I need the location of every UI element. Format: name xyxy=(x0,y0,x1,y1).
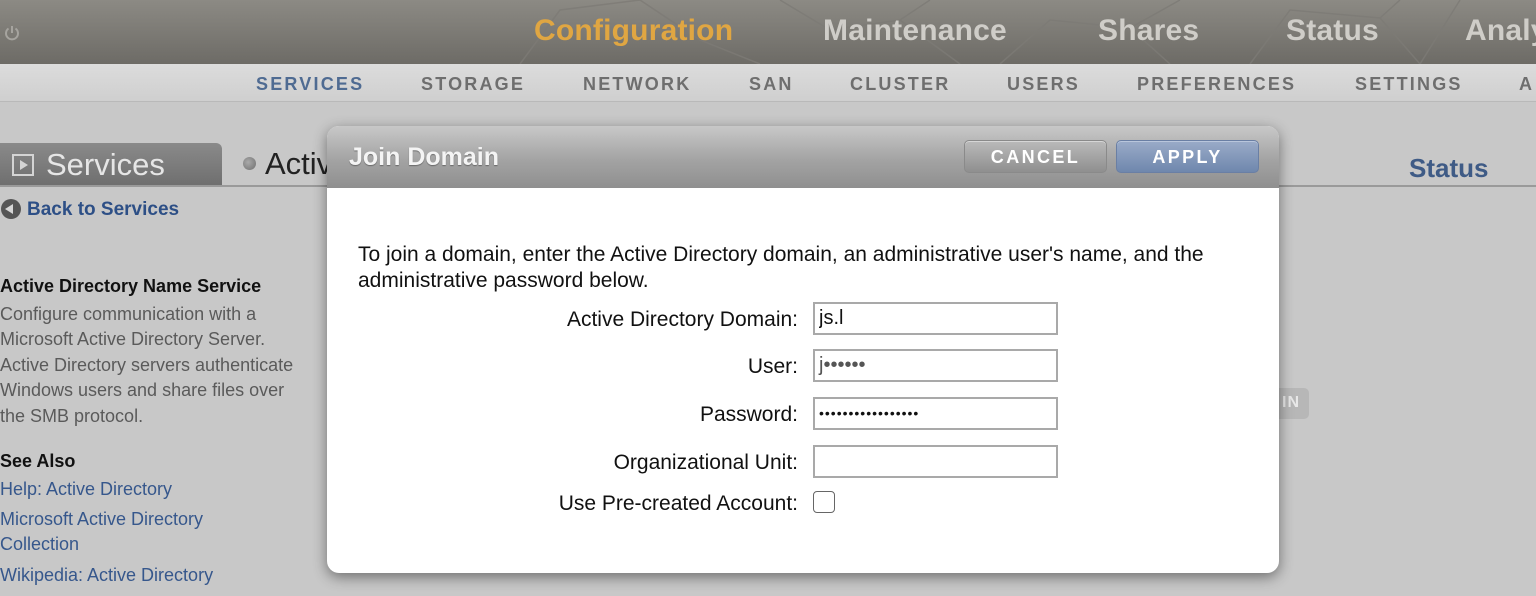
nav-status[interactable]: Status xyxy=(1286,14,1379,54)
microsoft-ad-collection-link[interactable]: Microsoft Active Directory Collection xyxy=(0,507,230,557)
subnav-storage[interactable]: STORAGE xyxy=(421,74,525,95)
subnav-network[interactable]: NETWORK xyxy=(583,74,691,95)
nav-analytics[interactable]: Analy xyxy=(1465,14,1536,54)
ou-label: Organizational Unit: xyxy=(613,451,798,474)
domain-input[interactable] xyxy=(813,302,1058,335)
nav-configuration[interactable]: Configuration xyxy=(534,14,733,54)
subnav-users[interactable]: USERS xyxy=(1007,74,1080,95)
user-input[interactable]: j•••••• xyxy=(813,349,1058,382)
page-title: Activ xyxy=(265,146,333,181)
status-column-header: Status xyxy=(1409,153,1489,183)
subnav-settings[interactable]: SETTINGS xyxy=(1355,74,1463,95)
power-icon[interactable] xyxy=(2,23,22,43)
join-button-label: IN xyxy=(1282,394,1300,411)
services-tab[interactable]: Services xyxy=(0,143,222,187)
precreated-account-checkbox[interactable] xyxy=(813,491,835,513)
sidebar-description: Configure communication with a Microsoft… xyxy=(0,304,294,426)
domain-label: Active Directory Domain: xyxy=(566,308,798,331)
subnav-more[interactable]: A xyxy=(1519,74,1534,95)
user-label: User: xyxy=(747,355,798,378)
subnav-preferences[interactable]: PREFERENCES xyxy=(1137,74,1296,95)
back-arrow-icon xyxy=(1,199,21,219)
status-dot-icon xyxy=(243,157,256,170)
see-also-heading: See Also xyxy=(0,451,76,471)
password-input[interactable]: ••••••••••••••••• xyxy=(813,397,1058,430)
password-label: Password: xyxy=(699,403,798,426)
dialog-title: Join Domain xyxy=(349,143,500,171)
organizational-unit-input[interactable] xyxy=(813,445,1058,478)
nav-maintenance[interactable]: Maintenance xyxy=(823,14,1007,54)
sidebar-heading: Active Directory Name Service xyxy=(0,276,262,296)
subnav-cluster[interactable]: CLUSTER xyxy=(850,74,950,95)
join-domain-dialog: Join Domain CANCEL APPLY To join a domai… xyxy=(327,126,1279,573)
services-tab-label: Services xyxy=(46,147,165,182)
play-icon xyxy=(12,154,34,176)
nav-shares[interactable]: Shares xyxy=(1098,14,1199,54)
back-link-label: Back to Services xyxy=(27,199,180,220)
top-nav-bar: Configuration Maintenance Shares Status … xyxy=(0,0,1536,64)
cancel-button[interactable]: CANCEL xyxy=(964,140,1107,173)
dialog-instructions: To join a domain, enter the Active Direc… xyxy=(358,243,1204,292)
join-button-partial[interactable]: IN xyxy=(1278,388,1309,419)
apply-button[interactable]: APPLY xyxy=(1116,140,1259,173)
help-active-directory-link[interactable]: Help: Active Directory xyxy=(0,477,172,502)
subnav-san[interactable]: SAN xyxy=(749,74,794,95)
subnav-services[interactable]: SERVICES xyxy=(256,74,364,95)
sub-nav-bar: SERVICES STORAGE NETWORK SAN CLUSTER USE… xyxy=(0,64,1536,102)
wikipedia-ad-link[interactable]: Wikipedia: Active Directory xyxy=(0,563,213,588)
precreated-account-label: Use Pre-created Account: xyxy=(558,492,798,515)
dialog-header: Join Domain CANCEL APPLY xyxy=(327,126,1279,188)
